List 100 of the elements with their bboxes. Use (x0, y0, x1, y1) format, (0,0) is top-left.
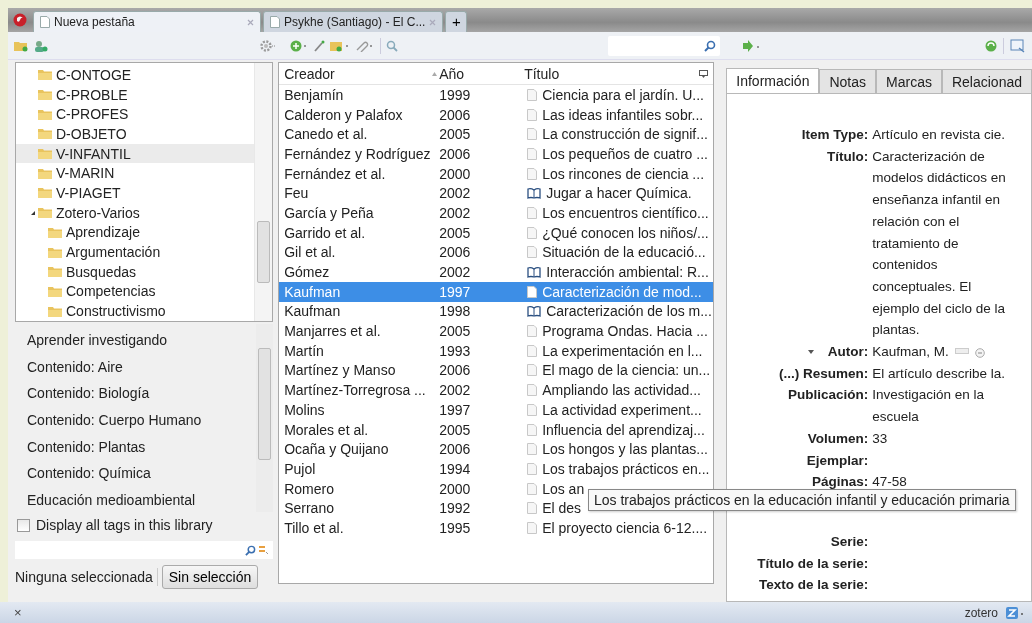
item-row[interactable]: Ocaña y Quijano 2006 Los hongos y las plantas... (279, 439, 714, 460)
tag-item[interactable]: Contenido: Aire (27, 358, 257, 386)
creator-cell-text: Kaufman (283, 283, 342, 300)
tag-item[interactable]: Contenido: Cuerpo Humano (27, 412, 257, 439)
item-row[interactable]: Feu 2002 Jugar a hacer Química. (279, 183, 714, 204)
title-cell: Caracterización de mod... (542, 283, 702, 300)
paperclip-icon[interactable] (355, 39, 375, 52)
close-button[interactable]: × (14, 605, 22, 620)
item-row[interactable]: Martínez-Torregrosa ... 2002 Ampliando las actividad... (279, 380, 714, 400)
field-value[interactable]: Kaufman, M. (872, 341, 949, 363)
scrollbar[interactable] (256, 324, 274, 512)
expander-icon[interactable] (30, 209, 36, 216)
column-header[interactable]: Creador (279, 65, 435, 82)
item-row[interactable]: Fernández et al. 2000 Los rincones de ciencia ... (279, 163, 714, 184)
search-icon[interactable] (386, 39, 398, 52)
new-tab-button[interactable]: + (445, 11, 468, 32)
item-row[interactable]: Calderon y Palafox 2006 Las ideas infantiles sobr... (279, 104, 714, 125)
checkbox[interactable] (17, 518, 30, 532)
collection-item[interactable]: Argumentación (16, 242, 255, 262)
title-cell: Los pequeños de cuatro ... (542, 145, 708, 162)
pane-tab[interactable]: Notas (819, 69, 877, 93)
deselect-button[interactable]: Sin selección (161, 565, 259, 589)
item-row[interactable]: Kaufman 1998 Caracterización de los m... (279, 301, 714, 322)
document-icon (527, 325, 538, 338)
title-cell: El proyecto ciencia 6-12.... (542, 519, 708, 536)
collection-item[interactable]: V-PIAGET (16, 183, 255, 203)
zotero-icon[interactable] (1006, 606, 1026, 619)
collection-item[interactable]: Constructivismo (16, 301, 255, 321)
tag-filter-field[interactable] (15, 541, 274, 559)
year-cell-text: 2002 (438, 185, 472, 202)
collection-item[interactable]: Competencias (16, 281, 255, 302)
title-cell: La actividad experiment... (542, 401, 702, 418)
field-value[interactable]: 33 (872, 427, 888, 450)
field-value[interactable]: Investigación en la escuela (872, 384, 985, 428)
tag-item[interactable]: Aprender investigando (27, 332, 257, 359)
document-icon (527, 482, 538, 495)
browser-tab[interactable]: Psykhe (Santiago) - El C... (263, 11, 444, 32)
field-label: Título: (827, 147, 869, 166)
group-icon[interactable] (34, 39, 48, 52)
collection-item[interactable]: C-ONTOGE (16, 65, 255, 85)
item-row[interactable]: Martínez y Manso 2006 El mago de la ciencia: un... (279, 360, 714, 381)
arrow-icon[interactable] (742, 39, 762, 52)
new-folder-icon[interactable] (14, 39, 28, 52)
item-row[interactable]: Molins 1997 La actividad experiment... (279, 400, 714, 420)
sync-icon[interactable] (985, 39, 997, 52)
collection-item[interactable]: V-INFANTIL (16, 143, 255, 164)
tag-item[interactable]: Contenido: Plantas (27, 438, 257, 466)
pane-tab[interactable]: Información (726, 68, 820, 93)
field-value[interactable]: Artículo en revista cie. (872, 124, 1006, 146)
item-row[interactable]: Manjarres et al. 2005 Programa Ondas. Hacia ... (279, 321, 714, 341)
item-row[interactable]: Canedo et al. 2005 La construcción de signif... (279, 124, 714, 145)
title-cell: El des (542, 500, 582, 517)
year-cell-text: 2006 (438, 145, 472, 162)
field-label: Autor: (827, 343, 869, 362)
document-icon (527, 364, 538, 377)
search-field[interactable] (608, 35, 720, 56)
item-row[interactable]: Gómez 2002 Interacción ambiental: R... (279, 262, 714, 282)
pane-tab[interactable]: Marcas (876, 69, 942, 93)
item-row[interactable]: Garrido et al. 2005 ¿Qué conocen los niños/... (279, 222, 714, 243)
column-header[interactable]: Título (519, 65, 714, 82)
browser-icon[interactable] (13, 13, 27, 27)
item-row[interactable]: Benjamín 1999 Ciencia para el jardín. U... (279, 85, 714, 105)
collection-item[interactable]: C-PROBLE (16, 84, 255, 105)
item-row[interactable]: Fernández y Rodríguez 2006 Los pequeños de cuatro ... (279, 144, 714, 164)
collection-item[interactable]: Busquedas (16, 261, 255, 282)
column-header[interactable]: Año (434, 65, 520, 82)
browser-tab[interactable]: Nueva pestaña (33, 11, 261, 32)
item-row[interactable]: Tillo et al. 1995 El proyecto ciencia 6-12.... (279, 518, 714, 538)
tag-item[interactable]: Contenido: Biología (27, 385, 257, 413)
minus-icon[interactable] (974, 348, 985, 359)
wand-icon[interactable] (313, 39, 325, 52)
scrollbar[interactable] (254, 63, 273, 321)
pane-tab[interactable]: Relacionad (941, 69, 1032, 93)
fullscreen-icon[interactable] (1010, 38, 1026, 53)
collection-item[interactable]: V-MARIN (16, 163, 255, 184)
close-icon[interactable] (247, 18, 254, 26)
item-row[interactable]: Martín 1993 La experimentación en l... (279, 340, 714, 361)
caret-icon[interactable] (807, 350, 814, 355)
creator-cell-text: Tillo et al. (283, 519, 345, 536)
collection-item[interactable]: Zotero-Varios (16, 202, 255, 223)
field-value[interactable]: Caracterización de modelos didácticos en enseñanza infantil en relación con el tratamiento de contenidos conceptuales. El ejemplo del ciclo de la plantas. (872, 145, 1006, 342)
add-icon[interactable] (290, 39, 308, 52)
tag-item[interactable]: Educación medioambiental (27, 492, 257, 512)
item-row[interactable]: Morales et al. 2005 Influencia del aprendizaj... (279, 419, 714, 440)
book-icon (527, 305, 542, 317)
gear-icon[interactable] (260, 39, 276, 52)
tooltip: Los trabajos prácticos en la educación infantil y educación primaria (588, 489, 1016, 511)
creator-cell-text: Morales et al. (283, 421, 370, 438)
collection-item[interactable]: Aprendizaje (16, 222, 255, 243)
field-value[interactable]: El artículo describe la. (872, 362, 1006, 385)
collection-item[interactable]: D-OBJETO (16, 124, 255, 144)
item-row[interactable]: Gil et al. 2006 Situación de la educació... (279, 242, 714, 263)
close-icon[interactable] (429, 18, 437, 26)
item-row[interactable]: Pujol 1994 Los trabajos prácticos en... (279, 459, 714, 479)
folder-icon (48, 246, 62, 258)
tag-item[interactable]: Contenido: Química (27, 465, 257, 493)
item-row[interactable]: García y Peña 2002 Los encuentros científico... (279, 203, 714, 223)
folder-icon (38, 207, 52, 219)
collection-item[interactable]: C-PROFES (16, 104, 255, 125)
tag-menu-icon[interactable] (259, 545, 270, 555)
